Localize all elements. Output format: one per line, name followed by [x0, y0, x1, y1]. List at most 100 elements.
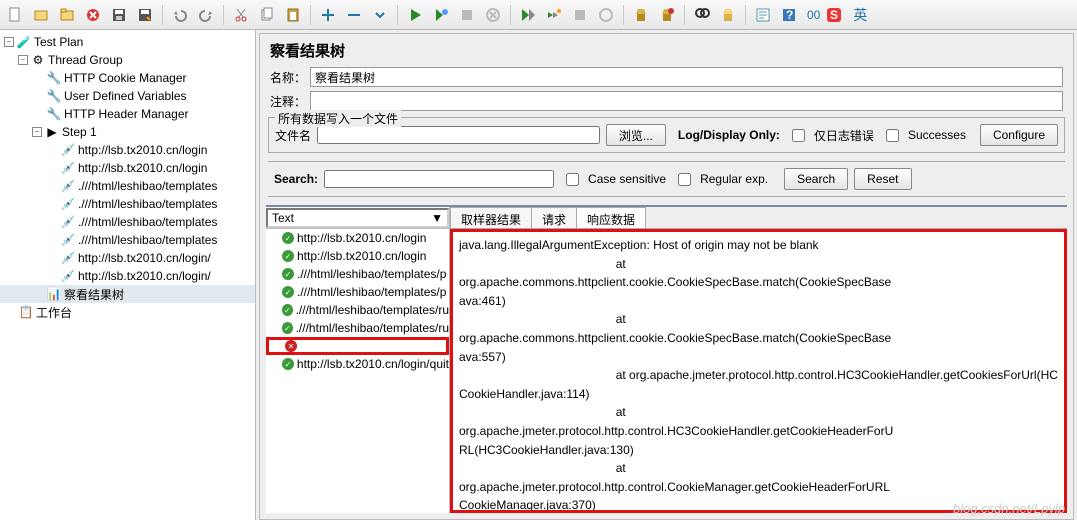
successes-checkbox[interactable]	[886, 129, 899, 142]
result-item[interactable]: ✕	[266, 337, 449, 355]
tree-request[interactable]: http://lsb.tx2010.cn/login	[78, 161, 207, 175]
response-data-body[interactable]: java.lang.IllegalArgumentException: Host…	[450, 229, 1067, 513]
save-as-icon[interactable]	[133, 3, 157, 27]
wrench-icon: 🔧	[46, 88, 62, 104]
sampler-icon: 💉	[60, 160, 76, 176]
close-icon[interactable]	[81, 3, 105, 27]
shutdown-icon[interactable]	[481, 3, 505, 27]
run-nopause-icon[interactable]	[429, 3, 453, 27]
toggle-icon[interactable]	[368, 3, 392, 27]
flask-icon: 🧪	[16, 34, 32, 50]
reset-button[interactable]: Reset	[854, 168, 911, 190]
undo-icon[interactable]	[168, 3, 192, 27]
tree-toggle[interactable]: −	[32, 127, 42, 137]
name-field[interactable]	[310, 67, 1063, 87]
help-icon[interactable]: ?	[777, 3, 801, 27]
svg-text:S: S	[830, 8, 838, 22]
test-plan-tree[interactable]: −🧪Test Plan −⚙Thread Group 🔧HTTP Cookie …	[0, 30, 256, 520]
search-group: Search: Case sensitive Regular exp. Sear…	[268, 161, 1065, 197]
result-item[interactable]: ✓.///html/leshibao/templates/ru	[266, 301, 449, 319]
renderer-combo[interactable]: Text ▼	[266, 208, 449, 228]
tree-test-plan[interactable]: Test Plan	[34, 35, 83, 49]
controller-icon: ▶	[44, 124, 60, 140]
results-tree: Text ▼ ✓http://lsb.tx2010.cn/login✓http:…	[266, 207, 450, 513]
status-ok-icon: ✓	[282, 322, 293, 334]
clear-all-icon[interactable]	[655, 3, 679, 27]
file-new-icon[interactable]	[3, 3, 27, 27]
browse-button[interactable]: 浏览...	[606, 124, 666, 146]
panel-title: 察看结果树	[260, 34, 1073, 65]
file-open-icon[interactable]	[55, 3, 79, 27]
ime-prefix: 00	[807, 8, 820, 22]
results-detail: 取样器结果请求响应数据 java.lang.IllegalArgumentExc…	[450, 207, 1067, 513]
result-tab[interactable]: 请求	[531, 207, 577, 228]
result-tabs: 取样器结果请求响应数据	[450, 207, 1067, 229]
result-tab[interactable]: 取样器结果	[450, 207, 532, 228]
result-item[interactable]: ✓http://lsb.tx2010.cn/login	[266, 229, 449, 247]
successes-label: Successes	[908, 128, 966, 142]
result-item[interactable]: ✓http://lsb.tx2010.cn/login	[266, 247, 449, 265]
tree-item[interactable]: User Defined Variables	[64, 89, 187, 103]
status-error-icon: ✕	[285, 340, 297, 352]
tree-item[interactable]: HTTP Header Manager	[64, 107, 189, 121]
stop-remote-icon[interactable]	[568, 3, 592, 27]
search-icon[interactable]	[690, 3, 714, 27]
status-ok-icon: ✓	[282, 268, 294, 280]
result-item-label: http://lsb.tx2010.cn/login/quit	[297, 357, 449, 371]
clear-icon[interactable]	[629, 3, 653, 27]
paste-icon[interactable]	[281, 3, 305, 27]
tree-toggle[interactable]: −	[4, 37, 14, 47]
run-remote-all-icon[interactable]	[542, 3, 566, 27]
copy-icon[interactable]	[255, 3, 279, 27]
file-open-tpl-icon[interactable]	[29, 3, 53, 27]
tree-request[interactable]: http://lsb.tx2010.cn/login/	[78, 269, 211, 283]
filename-field[interactable]	[317, 126, 600, 144]
tree-toggle[interactable]: −	[18, 55, 28, 65]
collapse-icon[interactable]	[342, 3, 366, 27]
result-item[interactable]: ✓.///html/leshibao/templates/ru	[266, 319, 449, 337]
run-icon[interactable]	[403, 3, 427, 27]
sampler-icon: 💉	[60, 142, 76, 158]
func-helper-icon[interactable]	[751, 3, 775, 27]
tree-request[interactable]: http://lsb.tx2010.cn/login/	[78, 251, 211, 265]
result-tab[interactable]: 响应数据	[576, 207, 646, 228]
ime-cn-icon[interactable]: 英	[848, 3, 872, 27]
name-label: 名称：	[270, 69, 310, 86]
cut-icon[interactable]	[229, 3, 253, 27]
result-item[interactable]: ✓.///html/leshibao/templates/p	[266, 265, 449, 283]
sampler-icon: 💉	[60, 232, 76, 248]
stop-icon[interactable]	[455, 3, 479, 27]
tree-thread-group[interactable]: Thread Group	[48, 53, 123, 67]
tree-workbench[interactable]: 工作台	[36, 304, 72, 321]
file-group-legend: 所有数据写入一个文件	[275, 110, 401, 127]
result-item[interactable]: ✓http://lsb.tx2010.cn/login/quit	[266, 355, 449, 373]
redo-icon[interactable]	[194, 3, 218, 27]
tree-item[interactable]: HTTP Cookie Manager	[64, 71, 187, 85]
run-remote-icon[interactable]	[516, 3, 540, 27]
result-item[interactable]: ✓.///html/leshibao/templates/p	[266, 283, 449, 301]
sampler-icon: 💉	[60, 268, 76, 284]
ime-s-icon[interactable]: S	[822, 3, 846, 27]
search-button[interactable]: Search	[784, 168, 848, 190]
save-icon[interactable]	[107, 3, 131, 27]
comment-field[interactable]	[310, 91, 1063, 111]
result-item-label: http://lsb.tx2010.cn/login	[297, 249, 426, 263]
tree-request[interactable]: .///html/leshibao/templates	[78, 215, 217, 229]
status-ok-icon: ✓	[282, 232, 294, 244]
tree-request[interactable]: .///html/leshibao/templates	[78, 233, 217, 247]
tree-request[interactable]: .///html/leshibao/templates	[78, 197, 217, 211]
reset-search-icon[interactable]	[716, 3, 740, 27]
case-sensitive-checkbox[interactable]	[566, 173, 579, 186]
search-field[interactable]	[324, 170, 554, 188]
regex-checkbox[interactable]	[678, 173, 691, 186]
regex-label: Regular exp.	[700, 172, 768, 186]
tree-step1[interactable]: Step 1	[62, 125, 97, 139]
shutdown-remote-icon[interactable]	[594, 3, 618, 27]
configure-button[interactable]: Configure	[980, 124, 1058, 146]
errors-only-checkbox[interactable]	[792, 129, 805, 142]
expand-icon[interactable]	[316, 3, 340, 27]
tree-request[interactable]: http://lsb.tx2010.cn/login	[78, 143, 207, 157]
tree-request[interactable]: .///html/leshibao/templates	[78, 179, 217, 193]
tree-view-results[interactable]: 察看结果树	[64, 286, 124, 303]
status-ok-icon: ✓	[282, 250, 294, 262]
